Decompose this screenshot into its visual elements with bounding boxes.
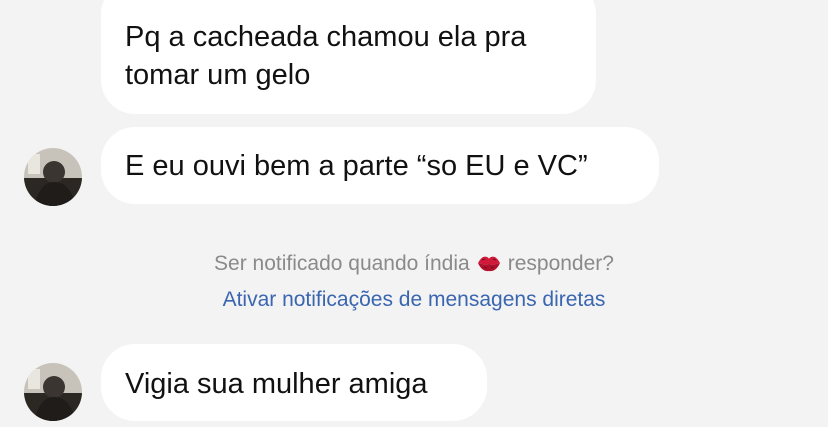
avatar[interactable] [24,363,82,421]
avatar[interactable] [24,148,82,206]
message-text: E eu ouvi bem a parte “so EU e VC” [125,150,588,182]
notification-prompt-text: Ser notificado quando índia [214,252,470,275]
message-text-line: Pq a cacheada chamou ela pra [125,21,527,53]
message-bubble[interactable]: Pq a cacheada chamou ela pra tomar um ge… [101,0,596,114]
kiss-mark-icon [476,252,502,284]
notification-prompt-block: Ser notificado quando índia responder? A… [0,248,828,316]
dm-thread: Pq a cacheada chamou ela pra tomar um ge… [0,0,828,427]
message-bubble[interactable]: E eu ouvi bem a parte “so EU e VC” [101,127,659,204]
message-text: Vigia sua mulher amiga [125,368,428,400]
enable-notifications-link[interactable]: Ativar notificações de mensagens diretas [0,284,828,316]
message-text-line: tomar um gelo [125,59,311,91]
notification-prompt-text: responder? [507,252,614,275]
notification-prompt: Ser notificado quando índia responder? [0,248,828,284]
message-bubble[interactable]: Vigia sua mulher amiga [101,344,487,421]
